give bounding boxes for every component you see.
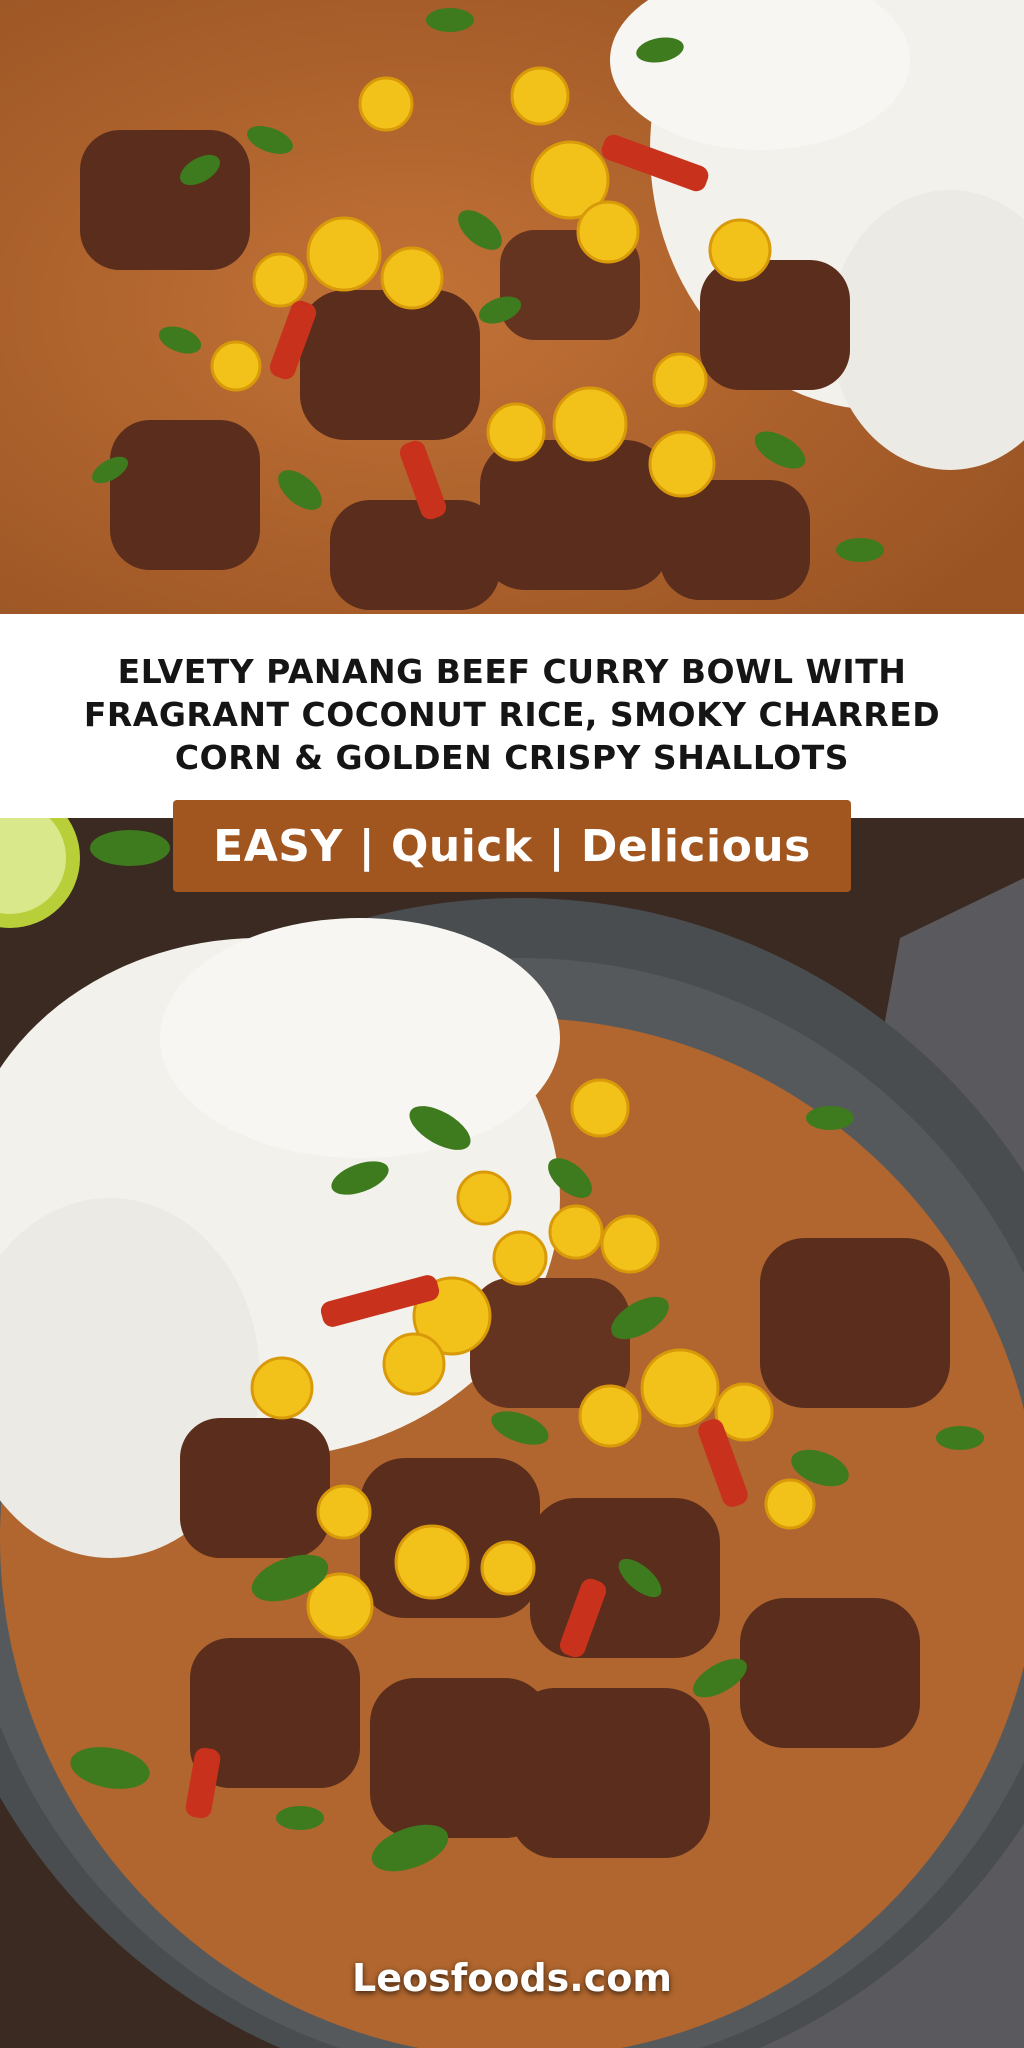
recipe-title: ELVETY PANANG BEEF CURRY BOWL WITH FRAGR… [83, 652, 941, 777]
title-band: ELVETY PANANG BEEF CURRY BOWL WITH FRAGR… [0, 614, 1024, 818]
tagline-badge: EASY | Quick | Delicious [173, 800, 851, 892]
site-watermark: Leosfoods.com [352, 1956, 672, 2000]
food-photo-bottom [0, 818, 1024, 2048]
food-photo-top [0, 0, 1024, 614]
curry-closeup-illustration [0, 0, 1024, 614]
cilantro-garnish [90, 830, 170, 866]
curry-bowl-illustration [0, 818, 1024, 2048]
